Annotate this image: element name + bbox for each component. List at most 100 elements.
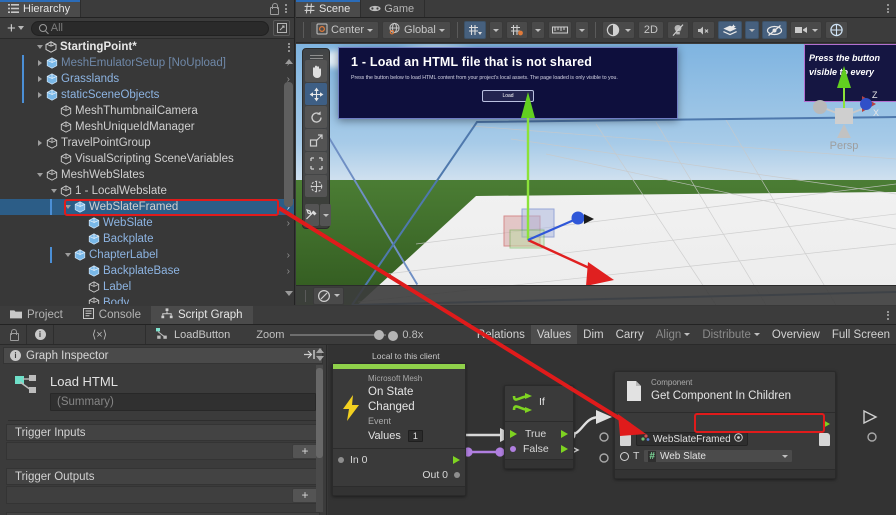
hierarchy-row-body[interactable]: Body: [0, 295, 294, 304]
custom-tools-button[interactable]: [305, 204, 319, 226]
hierarchy-row-grasslands[interactable]: Grasslands ›: [0, 71, 294, 87]
hierarchy-row-label[interactable]: Label: [0, 279, 294, 295]
hierarchy-row-travelpointgroup[interactable]: TravelPointGroup: [0, 135, 294, 151]
node-port-false[interactable]: False: [505, 441, 573, 456]
tab-hierarchy[interactable]: Hierarchy: [0, 0, 82, 17]
graph-toolbar-dim[interactable]: Dim: [577, 325, 609, 344]
graph-toolbar-full-screen[interactable]: Full Screen: [826, 325, 896, 344]
graph-toolbar-align[interactable]: Align: [650, 325, 697, 344]
graph-breadcrumb[interactable]: LoadButton: [146, 327, 240, 342]
scroll-up-icon[interactable]: [285, 59, 293, 64]
tab-project[interactable]: Project: [0, 306, 73, 324]
tab-script-graph[interactable]: Script Graph: [151, 306, 253, 324]
hierarchy-twisty[interactable]: [34, 167, 45, 183]
script-graph-canvas[interactable]: Local to this client Microsoft Mesh On S…: [328, 345, 896, 515]
hierarchy-row-meshthumbnailcamera[interactable]: MeshThumbnailCamera: [0, 103, 294, 119]
scroll-down-icon[interactable]: [315, 356, 324, 361]
shading-mode-button[interactable]: [601, 21, 635, 39]
2d-toggle-button[interactable]: 2D: [637, 21, 664, 39]
hierarchy-row-webslateframed[interactable]: WebSlateFramed ›: [0, 199, 294, 215]
hierarchy-twisty[interactable]: [62, 247, 73, 263]
lighting-toggle-button[interactable]: [666, 21, 689, 39]
webslate-load-button[interactable]: Load: [482, 89, 534, 102]
expand-search-button[interactable]: [273, 20, 290, 36]
hierarchy-row-staticsceneobjects[interactable]: staticSceneObjects›: [0, 87, 294, 103]
scene-viewport[interactable]: 1 - Load an HTML file that is not shared…: [296, 44, 896, 305]
transform-tool-button[interactable]: [305, 175, 327, 197]
projection-mode-label[interactable]: Persp: [806, 140, 882, 152]
hierarchy-row-backplatebase[interactable]: BackplateBase ›: [0, 263, 294, 279]
scroll-thumb[interactable]: [316, 368, 323, 458]
hierarchy-tree[interactable]: StartingPoint* MeshEmulatorSetup [NoUplo…: [0, 39, 294, 304]
tab-console[interactable]: Console: [73, 306, 151, 324]
hierarchy-twisty[interactable]: [62, 199, 73, 215]
webslate-primary[interactable]: 1 - Load an HTML file that is not shared…: [338, 47, 678, 119]
target-object-field[interactable]: WebSlateFramed: [636, 432, 748, 447]
graph-toolbar-overview[interactable]: Overview: [766, 325, 826, 344]
node-port-true[interactable]: True: [505, 426, 573, 441]
component-type-dropdown[interactable]: # Web Slate: [643, 449, 794, 464]
hierarchy-row-meshuniqueidmanager[interactable]: MeshUniqueIdManager: [0, 119, 294, 135]
handle-space-button[interactable]: Global: [382, 21, 451, 39]
node-port-in-0[interactable]: In 0: [333, 453, 465, 468]
node-target-row[interactable]: WebSlateFramed: [615, 431, 835, 448]
lock-button[interactable]: [0, 325, 27, 344]
snap-increment-button[interactable]: [505, 21, 528, 39]
node-values-count[interactable]: 1: [407, 429, 423, 442]
hierarchy-twisty[interactable]: [34, 71, 45, 87]
audio-toggle-button[interactable]: [691, 21, 715, 39]
hierarchy-row-1-localwebslate[interactable]: 1 - LocalWebslate: [0, 183, 294, 199]
graph-toolbar-carry[interactable]: Carry: [610, 325, 650, 344]
gizmos-button[interactable]: [824, 21, 848, 39]
effects-toggle-button[interactable]: [717, 21, 742, 39]
hierarchy-row-meshwebslates[interactable]: MeshWebSlates: [0, 167, 294, 183]
script-graph-menu-icon[interactable]: [887, 310, 889, 320]
grid-snap-dropdown[interactable]: [488, 21, 503, 39]
inspector-scrollbar[interactable]: [314, 346, 325, 514]
graph-toolbar-distribute[interactable]: Distribute: [696, 325, 766, 344]
node-type-row[interactable]: T # Web Slate: [615, 448, 835, 465]
snap-increment-dropdown[interactable]: [530, 21, 545, 39]
hierarchy-scrollbar[interactable]: [284, 57, 293, 298]
graph-summary-input[interactable]: (Summary): [50, 393, 316, 411]
hierarchy-row-webslate[interactable]: WebSlate ›: [0, 215, 294, 231]
tab-game[interactable]: Game: [361, 0, 426, 17]
hierarchy-twisty[interactable]: [34, 135, 45, 151]
hand-tool-button[interactable]: [305, 60, 327, 82]
grid-snap-button[interactable]: [463, 21, 486, 39]
rect-tool-button[interactable]: [305, 152, 327, 174]
hidden-objects-button[interactable]: [761, 21, 787, 39]
zoom-control[interactable]: Zoom: [240, 329, 387, 341]
hierarchy-menu-icon[interactable]: [285, 4, 287, 13]
scene-camera-button[interactable]: [789, 21, 822, 39]
hierarchy-row-meshemulatorsetup-noupload[interactable]: MeshEmulatorSetup [NoUpload] ›: [0, 55, 294, 71]
ruler-dropdown[interactable]: [574, 21, 589, 39]
node-flow-row[interactable]: [615, 418, 835, 431]
code-view-button[interactable]: ⟨×⟩: [54, 325, 146, 344]
rotate-tool-button[interactable]: [305, 106, 327, 128]
object-picker-icon[interactable]: [734, 433, 743, 445]
scene-menu-icon[interactable]: [887, 4, 889, 13]
graph-toolbar-relations[interactable]: Relations: [471, 325, 531, 344]
graph-node-get-component-in-children[interactable]: Component Get Component In Children WebS…: [614, 371, 836, 479]
lock-icon[interactable]: [269, 3, 279, 15]
effects-dropdown[interactable]: [744, 21, 759, 39]
add-gameobject-button[interactable]: +: [4, 20, 27, 36]
hierarchy-row-backplate[interactable]: Backplate: [0, 231, 294, 247]
scene-view-gizmo[interactable]: Z X Persp: [806, 58, 882, 154]
scroll-up-icon[interactable]: [315, 348, 324, 353]
hierarchy-row-chapterlabel[interactable]: ChapterLabel ›: [0, 247, 294, 263]
scale-tool-button[interactable]: [305, 129, 327, 151]
node-port-out-0[interactable]: Out 0: [333, 468, 465, 483]
graph-node-on-state-changed[interactable]: Microsoft Mesh On State Changed Event Va…: [332, 363, 466, 496]
pivot-mode-button[interactable]: Center: [310, 21, 380, 39]
hierarchy-row-visualscripting-scenevariables[interactable]: VisualScripting SceneVariables: [0, 151, 294, 167]
hierarchy-twisty[interactable]: [34, 55, 45, 71]
search-input[interactable]: All: [30, 20, 269, 36]
scene-visibility-button[interactable]: [313, 286, 344, 305]
scroll-thumb[interactable]: [284, 82, 293, 207]
hierarchy-twisty[interactable]: [48, 183, 59, 199]
graph-toolbar-values[interactable]: Values: [530, 325, 578, 344]
graph-info-button[interactable]: i: [27, 325, 54, 344]
zoom-slider[interactable]: [290, 329, 387, 340]
